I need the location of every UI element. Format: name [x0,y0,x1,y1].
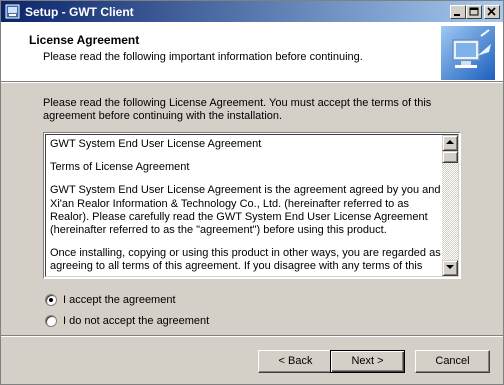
maximize-icon [469,7,479,16]
close-icon [487,7,496,16]
scroll-up-button[interactable] [442,135,458,151]
page-subtitle: Please read the following important info… [43,51,363,63]
scroll-thumb[interactable] [442,151,458,163]
license-scrollbar[interactable] [442,135,458,276]
title-bar: Setup - GWT Client [1,1,503,22]
license-paragraph: GWT System End User License Agreement is… [50,184,441,237]
arrow-down-icon [446,265,454,269]
setup-app-icon [5,4,20,19]
arrow-up-icon [446,140,454,144]
scroll-down-button[interactable] [442,260,458,276]
accept-label: I accept the agreement [63,294,176,306]
minimize-button[interactable] [450,5,466,19]
back-button[interactable]: < Back [258,350,333,373]
license-paragraph: Once installing, copying or using this p… [50,247,441,273]
license-paragraph: GWT System End User License Agreement [50,138,262,150]
license-text: GWT System End User License Agreement Te… [50,138,442,276]
minimize-icon [454,14,460,16]
window-title: Setup - GWT Client [25,5,134,19]
cancel-button[interactable]: Cancel [415,350,490,373]
footer-divider-highlight [1,336,503,337]
decline-option[interactable]: I do not accept the agreement [45,314,209,328]
maximize-button[interactable] [466,5,482,19]
license-instructions: Please read the following License Agreem… [43,97,432,122]
header-divider [1,82,503,83]
wizard-header: License Agreement Please read the follow… [1,22,503,82]
computer-setup-icon [441,26,495,80]
decline-label: I do not accept the agreement [63,315,210,327]
close-button[interactable] [484,5,500,19]
decline-radio[interactable] [45,315,57,327]
accept-option[interactable]: I accept the agreement [45,293,176,307]
license-paragraph: Terms of License Agreement [50,161,190,174]
license-text-box[interactable]: GWT System End User License Agreement Te… [43,132,461,279]
next-button[interactable]: Next > [330,350,405,373]
page-title: License Agreement [29,33,140,47]
setup-window: Setup - GWT Client License Agreement Ple… [0,0,504,385]
accept-radio[interactable] [45,294,57,306]
